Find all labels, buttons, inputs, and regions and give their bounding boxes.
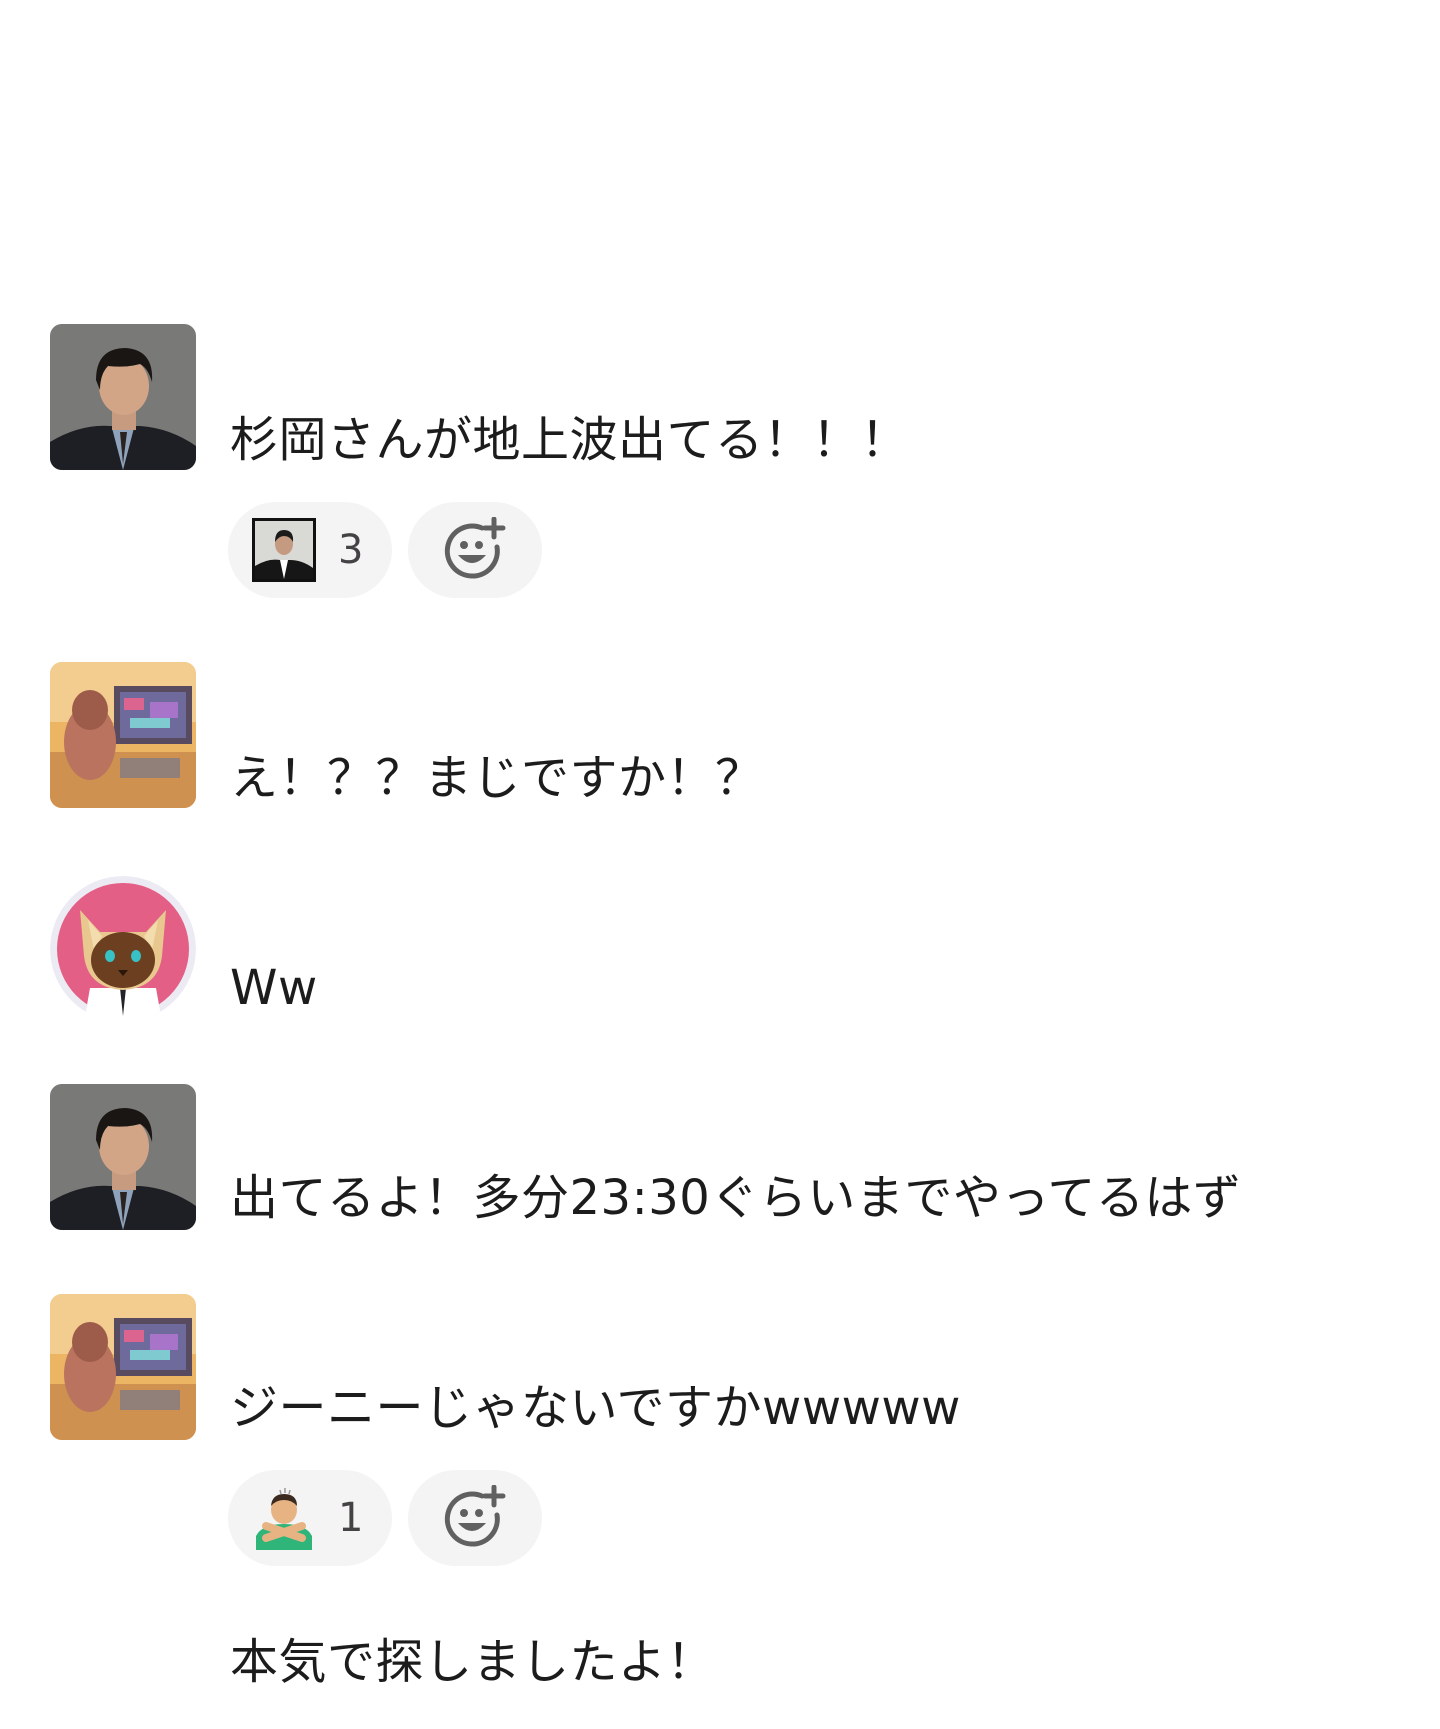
- reaction-pill[interactable]: 3: [228, 502, 392, 598]
- message-text: 杉岡さんが地上波出てる！！！: [230, 412, 910, 468]
- pc-setup-avatar-icon: [50, 662, 196, 808]
- reaction-pill[interactable]: 1: [228, 1470, 392, 1566]
- man-suit-photo-emoji-icon: [252, 518, 316, 582]
- reaction-bar: 1: [228, 1470, 542, 1566]
- user-avatar[interactable]: [50, 876, 196, 1022]
- pc-setup-avatar-icon: [50, 1294, 196, 1440]
- reaction-bar: 3: [228, 502, 542, 598]
- man-suit-avatar-icon: [50, 324, 196, 470]
- reaction-count: 1: [338, 1495, 364, 1541]
- user-avatar[interactable]: [50, 1294, 196, 1440]
- user-avatar[interactable]: [50, 324, 196, 470]
- message-text: ジーニーじゃないですかwwwww: [230, 1380, 961, 1436]
- add-emoji-icon: [444, 517, 506, 579]
- user-avatar[interactable]: [50, 1084, 196, 1230]
- message-text: 出てるよ！多分23:30ぐらいまでやってるはず: [230, 1170, 1242, 1226]
- message-text: 本気で探しましたよ！: [230, 1634, 716, 1690]
- man-suit-avatar-icon: [50, 1084, 196, 1230]
- add-emoji-icon: [444, 1485, 506, 1547]
- reaction-count: 3: [338, 527, 364, 573]
- message-text: Ww: [230, 960, 318, 1016]
- user-avatar[interactable]: [50, 662, 196, 808]
- cat-avatar-icon: [50, 876, 196, 1022]
- add-reaction-button[interactable]: [408, 1470, 542, 1566]
- add-reaction-button[interactable]: [408, 502, 542, 598]
- man-gesturing-no-emoji-icon: [256, 1488, 312, 1550]
- message-text: え！？？まじですか！？: [230, 750, 764, 806]
